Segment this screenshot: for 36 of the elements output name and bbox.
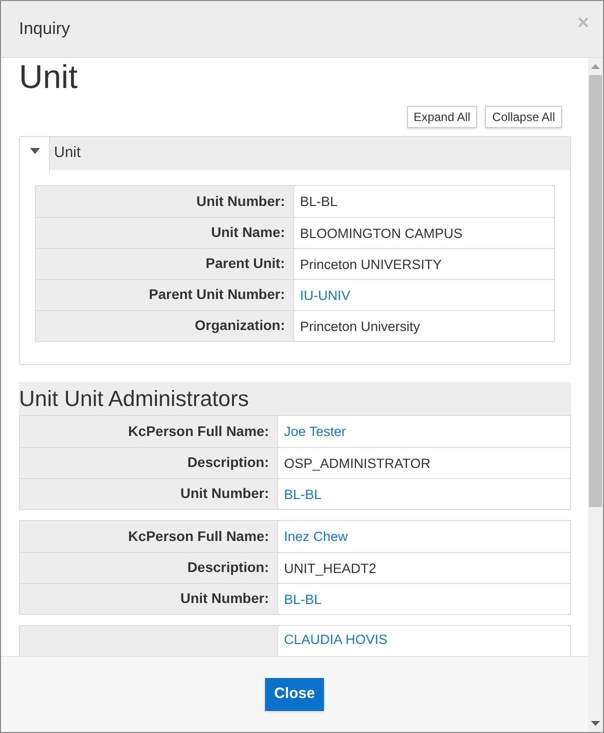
scrollbar-thumb[interactable] xyxy=(589,75,602,507)
field-value: BL-BL xyxy=(300,194,338,209)
value-link[interactable]: Joe Tester xyxy=(284,424,346,439)
dialog-title: Inquiry xyxy=(19,18,70,40)
field-label: Parent Unit Number: xyxy=(148,285,285,304)
scrollbar[interactable] xyxy=(588,58,603,656)
field-label: Description: xyxy=(187,558,269,577)
field-label: KcPerson Full Name: xyxy=(128,422,269,441)
caret-down-icon xyxy=(30,148,40,154)
toolbar-button[interactable]: Expand All xyxy=(406,106,478,128)
field-value: OSP_ADMINISTRATOR xyxy=(284,456,431,471)
field-label: Organization: xyxy=(194,316,285,335)
section-title: Unit xyxy=(54,143,81,164)
field-value: UNIT_HEADT2 xyxy=(284,561,376,576)
field-label: Unit Number: xyxy=(196,192,285,211)
value-link[interactable]: CLAUDIA HOVIS xyxy=(284,632,388,647)
field-value: Princeton University xyxy=(300,319,420,334)
value-link[interactable]: BL-BL xyxy=(284,487,322,502)
field-label: Description: xyxy=(187,453,269,472)
field-value: BLOOMINGTON CAMPUS xyxy=(300,226,463,241)
section-title: Unit Unit Administrators xyxy=(19,385,249,413)
toolbar-button[interactable]: Collapse All xyxy=(485,106,562,128)
scroll-up-icon[interactable] xyxy=(591,64,600,69)
value-link[interactable]: BL-BL xyxy=(284,592,322,607)
close-button[interactable]: Close xyxy=(265,678,324,711)
value-link[interactable]: Inez Chew xyxy=(284,529,348,544)
page-title: Unit xyxy=(19,60,79,93)
field-value: Princeton UNIVERSITY xyxy=(300,257,442,272)
field-label: Unit Number: xyxy=(180,484,269,503)
field-label: KcPerson Full Name: xyxy=(128,527,269,546)
field-label: Unit Name: xyxy=(211,223,285,242)
scroll-down-icon[interactable] xyxy=(591,721,600,726)
field-label: Unit Number: xyxy=(180,589,269,608)
toggle-button[interactable] xyxy=(20,137,50,173)
value-link[interactable]: IU-UNIV xyxy=(300,288,350,303)
field-label: Parent Unit: xyxy=(206,254,285,273)
